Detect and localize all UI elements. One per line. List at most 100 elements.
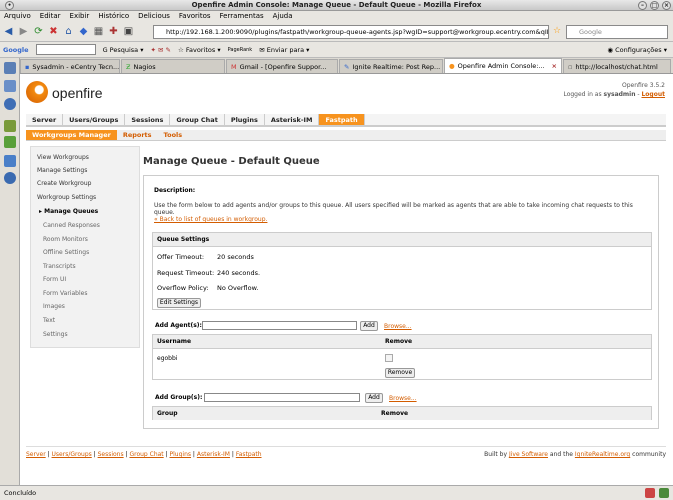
forward-icon[interactable]: ▶: [17, 25, 30, 38]
ignite-icon: ✎: [344, 62, 350, 71]
stop-icon[interactable]: ✖: [47, 25, 60, 38]
back-icon[interactable]: ◀: [2, 25, 15, 38]
tab-gmail[interactable]: M Gmail - [Openfire Suppor...: [226, 59, 338, 73]
footer-link-asterisk-im[interactable]: Asterisk-IM: [197, 451, 230, 458]
menu-historico[interactable]: Histórico: [98, 11, 129, 22]
google-tool-icons[interactable]: ✦ ✉ ✎: [151, 46, 171, 54]
close-icon[interactable]: ×: [662, 1, 671, 10]
tab-plugins[interactable]: Plugins: [225, 114, 265, 125]
tab-localhost[interactable]: ▫ http://localhost/chat.html: [563, 59, 671, 73]
google-search-button[interactable]: G Pesquisa ▾: [103, 46, 144, 54]
close-tab-icon[interactable]: ×: [552, 62, 557, 70]
gmail-icon: M: [231, 62, 237, 71]
sidebar-item-form-variables[interactable]: Form Variables: [43, 290, 87, 297]
sidebar-item-images[interactable]: Images: [43, 303, 65, 310]
sidebar-item-manage-settings[interactable]: Manage Settings: [37, 167, 87, 174]
sidebar-item-form-ui[interactable]: Form UI: [43, 276, 66, 283]
add-agents-button[interactable]: Add: [360, 321, 378, 331]
screenshot-icon[interactable]: [4, 62, 16, 74]
tab-sysadmin[interactable]: ▪ Sysadmin - eCentry Tecn...: [20, 59, 120, 73]
menu-editar[interactable]: Editar: [40, 11, 61, 22]
google-config[interactable]: ◉ Configurações ▾: [607, 46, 667, 54]
sidebar-item-settings[interactable]: Settings: [43, 331, 68, 338]
minimize-icon[interactable]: –: [638, 1, 647, 10]
tag-icon[interactable]: ✚: [107, 25, 120, 38]
ignite-link[interactable]: IgniteRealtime.org: [575, 451, 630, 458]
tab-server[interactable]: Server: [26, 114, 64, 125]
sidebar-item-transcripts[interactable]: Transcripts: [43, 263, 76, 270]
maximize-icon[interactable]: □: [650, 1, 659, 10]
sidebar-item-create-workgroup[interactable]: Create Workgroup: [37, 180, 91, 187]
sidebar-item-workgroup-settings[interactable]: Workgroup Settings: [37, 194, 96, 201]
info-icon[interactable]: [4, 172, 16, 184]
google-enviar[interactable]: ✉ Enviar para ▾: [259, 46, 309, 54]
agent-remove-checkbox[interactable]: [385, 354, 393, 362]
tab-nagios[interactable]: Ƶ Nagios: [121, 59, 225, 73]
footer-link-users-groups[interactable]: Users/Groups: [52, 451, 92, 458]
search-input[interactable]: Google: [566, 25, 668, 39]
tab-ignite[interactable]: ✎ Ignite Realtime: Post Rep...: [339, 59, 443, 73]
tool-icon[interactable]: [4, 120, 16, 132]
clock-icon[interactable]: [4, 98, 16, 110]
footer-link-plugins[interactable]: Plugins: [170, 451, 192, 458]
tab-fastpath[interactable]: Fastpath: [319, 114, 365, 125]
add-groups-button[interactable]: Add: [365, 393, 383, 403]
sidebar-item-manage-queues[interactable]: ▸ Manage Queues: [39, 208, 98, 215]
bookmark-icon[interactable]: ▦: [92, 25, 105, 38]
url-text: http://192.168.1.200:9090/plugins/fastpa…: [166, 28, 549, 36]
footer-link-sessions[interactable]: Sessions: [98, 451, 124, 458]
subtab-reports[interactable]: Reports: [117, 130, 158, 140]
logout-link[interactable]: Logout: [641, 91, 665, 98]
footer-link-fastpath[interactable]: Fastpath: [236, 451, 262, 458]
status-indicator-icon: [659, 488, 669, 498]
menu-ajuda[interactable]: Ajuda: [273, 11, 293, 22]
home-icon[interactable]: ⌂: [62, 25, 75, 38]
footer-link-server[interactable]: Server: [26, 451, 46, 458]
browse-agents-link[interactable]: Browse...: [384, 323, 412, 330]
sidebar-item-view-workgroups[interactable]: View Workgroups: [37, 154, 89, 161]
footer-link-group-chat[interactable]: Group Chat: [129, 451, 163, 458]
add-groups-input[interactable]: [204, 393, 360, 402]
sidebar-item-text[interactable]: Text: [43, 317, 55, 324]
reload-icon[interactable]: ⟳: [32, 25, 45, 38]
back-link[interactable]: « Back to list of queues in workgroup.: [154, 216, 267, 223]
openfire-logo-icon: [26, 81, 48, 103]
window-title: Openfire Admin Console: Manage Queue - D…: [191, 1, 482, 9]
tab-asterisk-im[interactable]: Asterisk-IM: [265, 114, 320, 125]
menu-favoritos[interactable]: Favoritos: [179, 11, 211, 22]
addon-icon[interactable]: [645, 488, 655, 498]
page-title: Manage Queue - Default Queue: [143, 156, 320, 167]
window-menu-icon[interactable]: •: [5, 1, 14, 10]
overflow-policy-value: No Overflow.: [217, 284, 259, 292]
menu-delicious[interactable]: Delicious: [138, 11, 170, 22]
menu-exibir[interactable]: Exibir: [70, 11, 90, 22]
sidebar-item-offline-settings[interactable]: Offline Settings: [43, 249, 89, 256]
remove-agents-button[interactable]: Remove: [385, 368, 415, 378]
tab-users-groups[interactable]: Users/Groups: [63, 114, 126, 125]
address-bar[interactable]: http://192.168.1.200:9090/plugins/fastpa…: [153, 25, 549, 39]
delicious-icon[interactable]: ◆: [77, 25, 90, 38]
menu-bar: Arquivo Editar Exibir Histórico Deliciou…: [0, 11, 673, 22]
menu-ferramentas[interactable]: Ferramentas: [220, 11, 264, 22]
google-search-input[interactable]: [35, 44, 96, 55]
calendar-icon[interactable]: [4, 80, 16, 92]
subtab-workgroups-manager[interactable]: Workgroups Manager: [26, 130, 117, 140]
puzzle-icon[interactable]: [4, 155, 16, 167]
subtab-tools[interactable]: Tools: [158, 130, 189, 140]
plugin-icon[interactable]: [4, 136, 16, 148]
sub-nav: Workgroups Manager Reports Tools: [26, 130, 666, 141]
sidebar-item-room-monitors[interactable]: Room Monitors: [43, 236, 88, 243]
browse-groups-link[interactable]: Browse...: [389, 395, 417, 402]
tab-sessions[interactable]: Sessions: [125, 114, 171, 125]
menu-arquivo[interactable]: Arquivo: [4, 11, 31, 22]
edit-settings-button[interactable]: Edit Settings: [157, 298, 201, 308]
add-agents-input[interactable]: [202, 321, 357, 330]
star-icon[interactable]: ☆: [553, 26, 561, 36]
sidebar-item-canned-responses[interactable]: Canned Responses: [43, 222, 100, 229]
tab-group-chat[interactable]: Group Chat: [170, 114, 225, 125]
google-favoritos[interactable]: ☆ Favoritos ▾: [178, 46, 221, 54]
tab-openfire[interactable]: ● Openfire Admin Console:... ×: [444, 58, 562, 73]
jive-link[interactable]: Jive Software: [509, 451, 548, 458]
queue-settings-section: Queue Settings Offer Timeout: 20 seconds…: [152, 232, 652, 310]
screen-icon[interactable]: ▣: [122, 25, 135, 38]
